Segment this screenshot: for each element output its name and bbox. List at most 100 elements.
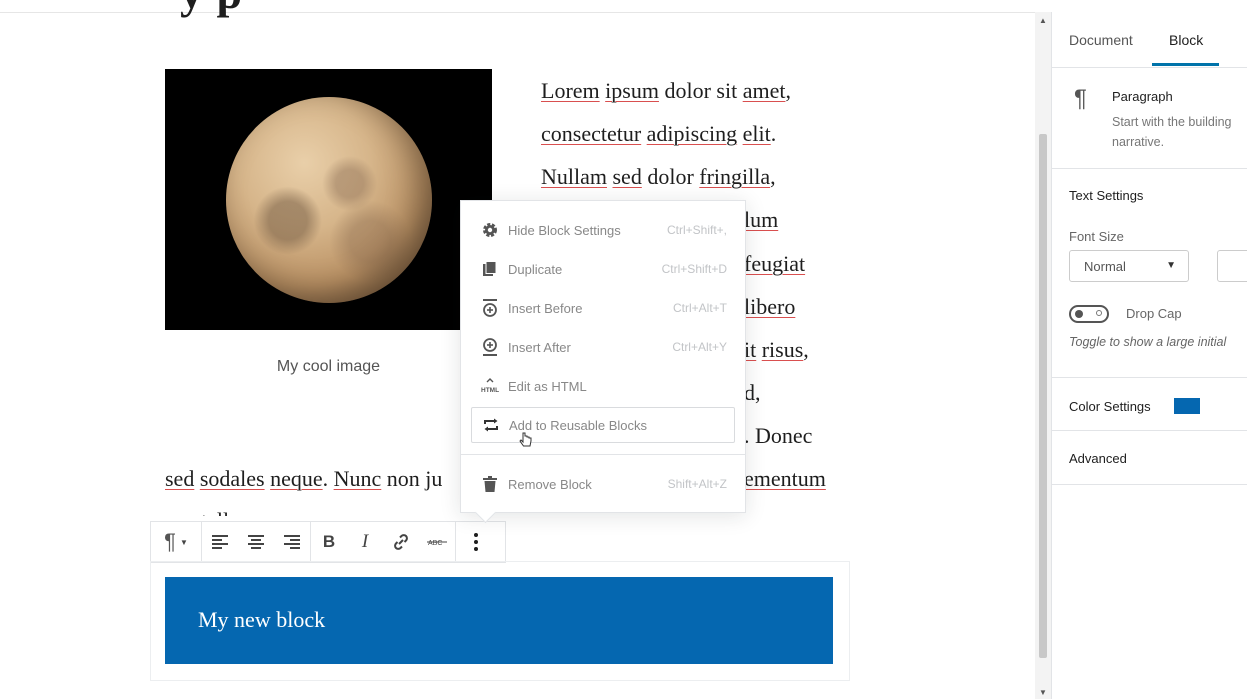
link-icon [394, 534, 408, 550]
formatting-group: B I ABC [311, 522, 456, 562]
word: dolor sit [664, 78, 738, 103]
custom-font-size-input[interactable] [1217, 250, 1247, 282]
paragraph-line[interactable]: Nullam sed dolor fringilla, [541, 164, 776, 190]
divider [1052, 377, 1247, 378]
hand-cursor-icon [519, 432, 533, 455]
menu-item-shortcut: Ctrl+Shift+, [666, 223, 727, 237]
align-center-button[interactable] [238, 522, 274, 562]
punct: , [770, 164, 776, 189]
active-tab-indicator [1152, 63, 1219, 66]
tab-document[interactable]: Document [1069, 32, 1133, 48]
paragraph-line[interactable]: sed sodales neque. Nunc non ju [165, 466, 442, 492]
menu-item-label: Insert Before [508, 300, 583, 316]
drop-cap-toggle[interactable] [1069, 305, 1109, 323]
paragraph-fragment: feugiat [744, 251, 806, 276]
align-left-button[interactable] [202, 522, 238, 562]
link-button[interactable] [383, 522, 419, 562]
drop-cap-help: Toggle to show a large initial [1069, 335, 1227, 349]
block-description-line: Start with the building [1112, 115, 1232, 129]
more-group [456, 522, 496, 562]
menu-item-insert-after[interactable]: Insert After Ctrl+Alt+Y [471, 329, 735, 365]
scroll-up-arrow-icon[interactable]: ▲ [1039, 16, 1047, 25]
new-block-text[interactable]: My new block [198, 607, 325, 633]
menu-item-insert-before[interactable]: Insert Before Ctrl+Alt+T [471, 290, 735, 326]
color-swatch [1174, 398, 1200, 414]
menu-item-shortcut: Ctrl+Shift+D [661, 262, 727, 276]
text-settings-title[interactable]: Text Settings [1069, 188, 1143, 203]
strikethrough-icon: ABC [427, 540, 447, 547]
font-size-label: Font Size [1069, 229, 1124, 244]
new-block[interactable]: My new block [165, 577, 833, 664]
bold-icon: B [322, 532, 336, 551]
paragraph-line[interactable]: Lorem ipsum dolor sit amet, [541, 78, 791, 104]
align-right-icon [284, 535, 300, 549]
color-settings-title[interactable]: Color Settings [1069, 399, 1151, 414]
word: Nunc [333, 466, 382, 491]
menu-item-shortcut: Ctrl+Alt+Y [672, 340, 727, 354]
gear-icon [479, 219, 501, 241]
italic-button[interactable]: I [347, 522, 383, 562]
align-right-button[interactable] [274, 522, 310, 562]
word: risus [761, 337, 804, 362]
word: neque [270, 466, 323, 491]
svg-text:ABC: ABC [428, 540, 442, 547]
menu-item-duplicate[interactable]: Duplicate Ctrl+Shift+D [471, 251, 735, 287]
menu-item-remove-block[interactable]: Remove Block Shift+Alt+Z [471, 466, 735, 502]
divider [1052, 430, 1247, 431]
paragraph-fragment: it risus, [744, 337, 809, 363]
word: sed [612, 164, 642, 189]
menu-item-label: Insert After [508, 339, 571, 355]
font-size-select[interactable]: Normal ▼ [1069, 250, 1189, 282]
menu-item-label: Hide Block Settings [508, 222, 621, 238]
menu-item-edit-as-html[interactable]: HTML Edit as HTML [471, 368, 735, 404]
insert-after-icon [479, 336, 501, 358]
svg-text:HTML: HTML [481, 387, 499, 394]
image-block[interactable] [165, 69, 492, 330]
menu-item-add-to-reusable-blocks[interactable]: Add to Reusable Blocks [471, 407, 735, 443]
tab-block[interactable]: Block [1169, 32, 1203, 48]
more-options-icon [474, 533, 478, 551]
trash-icon [479, 473, 501, 495]
paragraph-fragment: libero [744, 294, 796, 319]
word: sed [165, 466, 195, 491]
menu-item-label: Remove Block [508, 476, 592, 492]
word: elit [742, 121, 771, 146]
menu-item-shortcut: Shift+Alt+Z [667, 477, 727, 491]
align-center-icon [248, 535, 264, 549]
more-options-button[interactable] [456, 522, 496, 562]
punct: , [803, 337, 809, 362]
punct: , [785, 78, 791, 103]
italic-icon: I [361, 531, 369, 552]
word: adipiscing [646, 121, 738, 146]
image-caption[interactable]: My cool image [165, 358, 492, 376]
block-settings-menu: Hide Block Settings Ctrl+Shift+, Duplica… [460, 200, 746, 513]
word: non ju [381, 466, 443, 491]
strikethrough-button[interactable]: ABC [419, 522, 455, 562]
block-switcher-group: ¶ ▼ [151, 522, 202, 562]
word: sodales [199, 466, 265, 491]
paragraph-fragment: . Donec [744, 423, 813, 448]
menu-item-label: Edit as HTML [508, 378, 587, 394]
menu-item-label: Duplicate [508, 261, 563, 277]
advanced-title[interactable]: Advanced [1069, 451, 1127, 466]
word: ipsum [605, 78, 659, 103]
paragraph-fragment: d, [744, 380, 761, 405]
paragraph-icon: ¶ [164, 529, 176, 554]
block-description: Start with the building narrative. [1112, 112, 1247, 152]
menu-item-shortcut: Ctrl+Alt+T [672, 301, 727, 315]
word: consectetur [541, 121, 642, 146]
scrollbar-thumb[interactable] [1039, 134, 1047, 658]
font-size-value: Normal [1084, 259, 1126, 274]
html-icon: HTML [479, 375, 501, 397]
word: Lorem [541, 78, 600, 103]
block-description-line: narrative. [1112, 135, 1165, 149]
align-left-icon [212, 535, 228, 549]
scroll-down-arrow-icon[interactable]: ▼ [1039, 688, 1047, 697]
paragraph-fragment: ementum [744, 466, 826, 491]
block-type-switcher[interactable]: ¶ ▼ [151, 522, 201, 562]
menu-item-hide-block-settings[interactable]: Hide Block Settings Ctrl+Shift+, [471, 212, 735, 248]
post-title-fragment: y p [180, 0, 243, 19]
punct: . [770, 121, 777, 146]
bold-button[interactable]: B [311, 522, 347, 562]
paragraph-line[interactable]: consectetur adipiscing elit. [541, 121, 776, 147]
